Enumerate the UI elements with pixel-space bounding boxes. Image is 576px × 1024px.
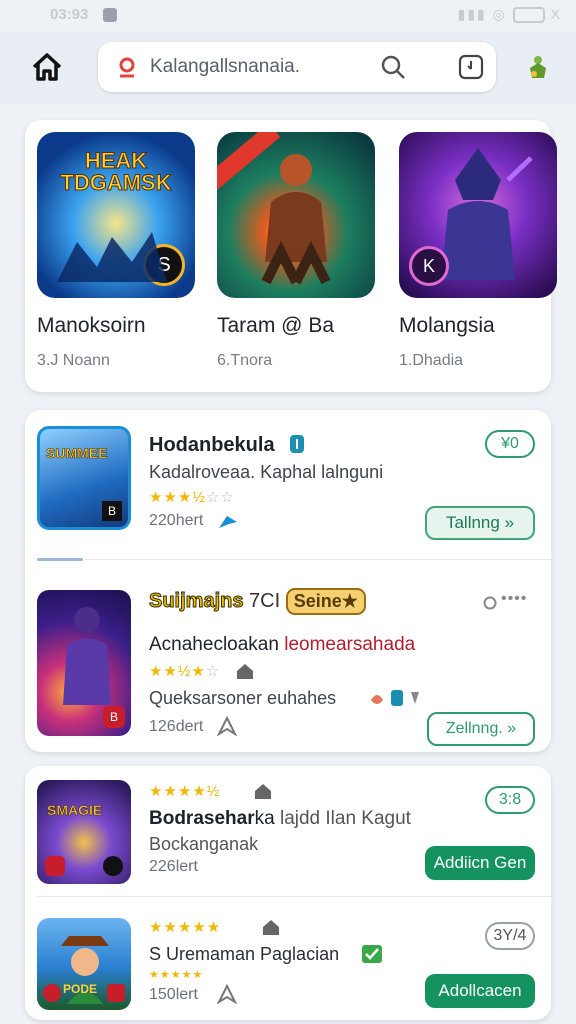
rating-stars: ★★★★★ — [149, 919, 222, 936]
download-icon — [219, 516, 237, 528]
review-count: 126dert — [149, 718, 204, 735]
add-button[interactable]: Addiicn Gen — [425, 846, 535, 880]
signal-icon: ▮▮▮ — [457, 6, 487, 22]
search-bar[interactable]: Kalangallsnanaia. — [98, 42, 496, 92]
app-title: S Uremaman Paglacian — [149, 944, 340, 964]
status-x: X — [550, 6, 562, 22]
app-list-card: SMAGIE ★★★★½ Bodraseharka lajdd Ilan Kag… — [25, 766, 551, 1020]
app-icon-label: SUMMEE — [46, 445, 108, 462]
featured-card: HEAK TDGAMSK S Manoksoirn 3.J Noann Tara… — [25, 120, 557, 392]
price-badge[interactable]: ¥0 — [485, 430, 535, 458]
info-icon[interactable] — [483, 596, 497, 610]
list-item[interactable]: PODE ★★★★★ S Uremaman Paglacian ★★★★★ 15… — [25, 896, 551, 1020]
verified-icon — [290, 435, 304, 453]
status-time: 03:93 — [50, 6, 89, 23]
featured-app-image[interactable] — [217, 132, 375, 298]
voice-search-icon[interactable] — [458, 54, 484, 80]
notification-icon — [103, 8, 117, 22]
price-badge[interactable]: 3:8 — [485, 786, 535, 814]
rating-stars: ★★★½☆☆ — [149, 489, 235, 506]
list-item[interactable]: SUMMEE B Hodanbekula Kadalroveaa. Kaphal… — [25, 410, 551, 560]
warrior-character-icon — [261, 154, 331, 285]
more-options-icon[interactable]: •••• — [501, 590, 527, 608]
app-icon-label: SMAGIE — [47, 802, 103, 819]
app-icon[interactable]: SUMMEE B — [37, 426, 131, 530]
app-icon[interactable]: B — [37, 590, 131, 736]
install-button[interactable]: Zellnng. » — [427, 712, 535, 746]
featured-app[interactable]: K Molangsia 1.Dhadia — [399, 132, 561, 370]
review-count: 150lert — [149, 986, 198, 1003]
editor-badge: Seine★ — [285, 588, 366, 615]
character-silhouette-icon — [57, 232, 167, 282]
search-input[interactable]: Kalangallsnanaia. — [150, 56, 300, 78]
featured-app-image[interactable]: K — [399, 132, 557, 298]
status-bar: 03:93 ▮▮▮ ◎ X — [0, 0, 576, 32]
app-title-line: Suijmajns 7CI Seine★ — [148, 588, 366, 615]
app-icon-badge — [107, 984, 125, 1002]
search-icon[interactable] — [380, 54, 406, 80]
bookmark-icon[interactable] — [217, 984, 237, 1004]
category-icons — [371, 690, 419, 706]
featured-app-title: Taram @ Ba — [217, 314, 335, 337]
home-icon[interactable] — [30, 50, 64, 84]
home-small-icon — [255, 784, 271, 799]
featured-app-subtitle: 3.J Noann — [37, 352, 110, 369]
bookmark-icon[interactable] — [217, 716, 237, 736]
top-bar: Kalangallsnanaia. — [0, 32, 576, 104]
featured-app-title: Molangsia — [399, 314, 495, 337]
secondary-rating-stars: ★★★★★ — [149, 969, 204, 981]
review-count: 220hert — [149, 512, 204, 529]
app-icon-badge — [103, 856, 123, 876]
app-title: Suijmajns — [148, 590, 244, 613]
home-small-icon — [237, 664, 253, 679]
rating-stars: ★★★★½ — [149, 783, 221, 800]
add-button[interactable]: Adollcacen — [425, 974, 535, 1008]
app-title-extra: 7CI — [249, 590, 281, 612]
app-description: Kadalroveaa. Kaphal lalnguni — [149, 462, 384, 482]
app-list-card: SUMMEE B Hodanbekula Kadalroveaa. Kaphal… — [25, 410, 551, 752]
featured-app-subtitle: 6.Tnora — [217, 352, 273, 369]
battery-icon — [512, 7, 545, 24]
app-title: Hodanbekula — [149, 434, 275, 456]
featured-art-badge: K — [409, 246, 449, 286]
app-icon[interactable]: SMAGIE — [37, 780, 131, 884]
verified-check-icon — [362, 945, 382, 963]
ninja-character-icon — [63, 607, 111, 705]
status-indicators: ▮▮▮ ◎ X — [457, 6, 562, 24]
home-small-icon — [263, 920, 279, 935]
app-description: Acnahecloakan leomearsahada — [149, 634, 416, 655]
app-icon-badge — [45, 856, 65, 876]
app-extra-info: Queksarsoner euhahes — [149, 688, 337, 708]
price-badge[interactable]: 3Y/4 — [485, 922, 535, 950]
app-icon-badge: B — [103, 706, 125, 728]
featured-app[interactable]: HEAK TDGAMSK S Manoksoirn 3.J Noann — [37, 132, 199, 370]
app-icon-badge: B — [102, 501, 122, 521]
app-icon-label: PODE — [63, 982, 98, 996]
app-title-line: Bodraseharka lajdd Ilan Kagut — [149, 808, 411, 829]
app-title-tail: lajdd Ilan Kagut — [274, 808, 411, 829]
rating-stars: ★★½★☆ — [149, 663, 221, 680]
featured-app-image[interactable]: HEAK TDGAMSK S — [37, 132, 195, 298]
featured-art-title: HEAK TDGAMSK — [60, 148, 172, 195]
profile-menu-icon[interactable] — [528, 54, 548, 80]
location-pin-icon — [119, 57, 135, 78]
app-subtitle: Bockanganak — [149, 834, 259, 854]
featured-app-subtitle: 1.Dhadia — [399, 352, 464, 369]
featured-app-title: Manoksoirn — [37, 314, 146, 337]
list-item[interactable]: SMAGIE ★★★★½ Bodraseharka lajdd Ilan Kag… — [25, 766, 551, 896]
install-button[interactable]: Tallnng » — [425, 506, 535, 540]
app-icon[interactable]: PODE — [37, 918, 131, 1010]
wifi-icon: ◎ — [492, 6, 507, 22]
featured-app[interactable]: Taram @ Ba 6.Tnora — [217, 132, 379, 370]
list-item[interactable]: B Suijmajns 7CI Seine★ •••• Acnahecloaka… — [25, 560, 551, 752]
app-icon-badge — [43, 984, 61, 1002]
review-count: 226lert — [149, 858, 198, 875]
app-title: Bodrasehar — [149, 808, 255, 829]
